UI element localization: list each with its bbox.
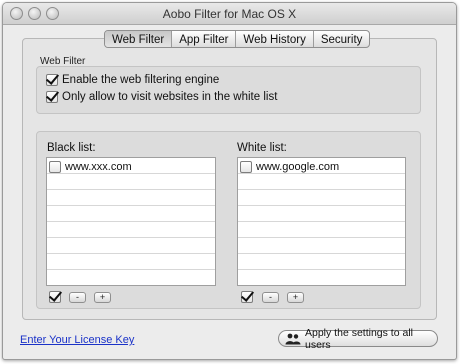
apply-to-all-users-button[interactable]: Apply the settings to all users [278,327,438,351]
whitelist-only-option[interactable]: Only allow to visit websites in the whit… [46,91,277,103]
list-item[interactable]: www.xxx.com [49,159,132,174]
whitelist-only-label: Only allow to visit websites in the whit… [62,91,278,103]
black-list-select-all-checkbox[interactable] [49,291,61,303]
enable-filtering-label: Enable the web filtering engine [62,74,220,86]
white-list-item-url: www.google.com [256,160,340,173]
tab-web-filter[interactable]: Web Filter [105,31,172,47]
title-bar: Aobo Filter for Mac OS X [3,3,456,25]
users-icon [285,333,301,344]
black-list[interactable]: www.xxx.com [46,157,216,286]
black-list-add-button[interactable]: + [94,292,111,303]
black-list-remove-button[interactable]: - [69,292,86,303]
license-key-link[interactable]: Enter Your License Key [20,334,134,346]
enable-filtering-checkbox[interactable] [46,74,58,86]
black-list-item-checkbox[interactable] [49,160,61,173]
black-list-item-url: www.xxx.com [65,160,132,173]
tab-bar: Web Filter App Filter Web History Securi… [104,30,371,48]
list-item[interactable]: www.google.com [240,159,339,174]
white-list-item-checkbox[interactable] [240,160,252,173]
black-list-title: Black list: [47,142,96,154]
white-list-add-button[interactable]: + [287,292,304,303]
window-title: Aobo Filter for Mac OS X [162,7,297,21]
tab-security[interactable]: Security [312,31,370,47]
tab-web-history[interactable]: Web History [235,31,312,47]
white-list[interactable]: www.google.com [237,157,406,286]
whitelist-only-checkbox[interactable] [46,91,58,103]
white-list-title: White list: [237,142,287,154]
white-list-select-all-checkbox[interactable] [241,291,253,303]
enable-filtering-option[interactable]: Enable the web filtering engine [46,74,219,86]
tab-app-filter[interactable]: App Filter [171,31,235,47]
apply-button-label: Apply the settings to all users [305,326,413,351]
white-list-remove-button[interactable]: - [262,292,279,303]
